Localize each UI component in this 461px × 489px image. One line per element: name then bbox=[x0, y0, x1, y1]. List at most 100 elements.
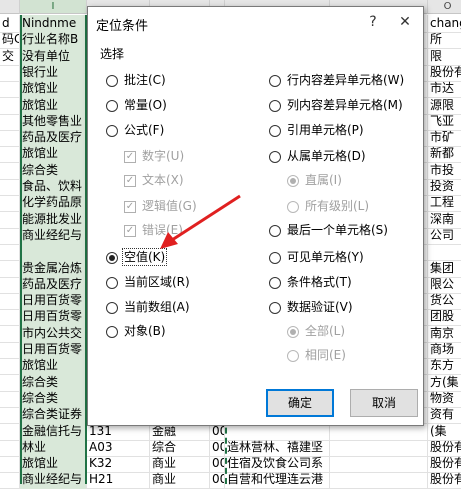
radio-icon[interactable] bbox=[269, 301, 281, 314]
cell[interactable] bbox=[0, 243, 20, 262]
cell[interactable] bbox=[0, 178, 20, 196]
cell[interactable]: 股份有 bbox=[428, 439, 461, 457]
cell[interactable]: 限公 bbox=[428, 276, 461, 294]
cell[interactable] bbox=[428, 243, 461, 261]
cell[interactable]: K32 bbox=[87, 455, 150, 474]
cell[interactable]: 综合类 bbox=[20, 161, 87, 180]
cell[interactable] bbox=[0, 226, 20, 245]
cell[interactable]: 交 bbox=[0, 47, 20, 66]
cell[interactable] bbox=[0, 357, 20, 376]
radio-icon[interactable] bbox=[269, 224, 281, 237]
cell[interactable]: 其他零售业 bbox=[20, 112, 87, 131]
cell[interactable] bbox=[0, 275, 20, 294]
cell[interactable]: 资有 bbox=[428, 406, 461, 424]
cell[interactable]: change bbox=[428, 15, 461, 33]
radio-icon[interactable] bbox=[269, 99, 281, 112]
cell[interactable]: 住宿及饮食公司系 bbox=[225, 455, 330, 474]
cell[interactable] bbox=[0, 308, 20, 327]
cell[interactable] bbox=[0, 210, 20, 229]
cell[interactable] bbox=[0, 341, 20, 359]
cell[interactable]: 药品及医疗 bbox=[20, 275, 87, 294]
cell[interactable]: 药品及医疗 bbox=[20, 129, 87, 148]
cell[interactable]: 源限 bbox=[428, 97, 461, 115]
column-header[interactable]: I bbox=[20, 0, 87, 14]
cell[interactable]: 旅馆业 bbox=[20, 455, 87, 474]
cell[interactable]: 商业 bbox=[150, 471, 210, 489]
cell[interactable]: (集 bbox=[428, 423, 461, 441]
column-header[interactable]: O bbox=[428, 0, 461, 14]
radio-icon[interactable] bbox=[106, 301, 118, 314]
radio-icon[interactable] bbox=[106, 74, 118, 87]
cell[interactable]: 综合类 bbox=[20, 373, 87, 392]
cell[interactable]: 综合类证券 bbox=[20, 406, 87, 425]
cell[interactable]: 商业经纪与 bbox=[20, 471, 87, 489]
cell[interactable]: 新都 bbox=[428, 145, 461, 163]
cell[interactable] bbox=[0, 406, 20, 425]
cell[interactable]: 能源批发业 bbox=[20, 210, 87, 229]
cell[interactable] bbox=[0, 129, 20, 148]
help-button[interactable]: ? bbox=[362, 11, 384, 33]
cell[interactable]: 商场 bbox=[428, 341, 461, 359]
cell[interactable] bbox=[0, 471, 20, 489]
cell[interactable]: 旅馆业 bbox=[20, 80, 87, 99]
radio-icon[interactable] bbox=[269, 276, 281, 289]
cell[interactable]: A03 bbox=[87, 438, 150, 457]
cell[interactable]: 方(集 bbox=[428, 374, 461, 392]
cell[interactable]: 所 bbox=[428, 31, 461, 49]
cell[interactable]: 限 bbox=[428, 48, 461, 66]
cell[interactable]: 市达 bbox=[428, 80, 461, 98]
cell[interactable]: 旅馆业 bbox=[20, 357, 87, 376]
option-right_options-6[interactable]: 最后一个单元格(S) bbox=[269, 220, 388, 240]
radio-icon[interactable] bbox=[269, 74, 281, 87]
cell[interactable] bbox=[0, 438, 20, 457]
cell[interactable]: 市投 bbox=[428, 162, 461, 180]
cell[interactable]: 0004 bbox=[210, 438, 225, 457]
option-right_options-0[interactable]: 行内容差异单元格(W) bbox=[269, 70, 404, 90]
cell[interactable]: 贵金属冶炼 bbox=[20, 259, 87, 278]
option-right_options-9[interactable]: 数据验证(V) bbox=[269, 297, 353, 317]
cell[interactable]: 旅馆业 bbox=[20, 145, 87, 164]
option-right_options-7[interactable]: 可见单元格(Y) bbox=[269, 247, 364, 267]
cell[interactable]: 市矿 bbox=[428, 129, 461, 147]
cell[interactable]: 团股 bbox=[428, 308, 461, 326]
cell[interactable] bbox=[0, 259, 20, 278]
cell[interactable]: 市内公共交 bbox=[20, 324, 87, 343]
cell[interactable]: 综合 bbox=[150, 438, 210, 457]
cell[interactable] bbox=[20, 243, 87, 262]
close-button[interactable]: ✕ bbox=[394, 11, 416, 33]
cell[interactable]: 集团 bbox=[428, 260, 461, 278]
radio-icon[interactable] bbox=[106, 325, 118, 338]
cell[interactable] bbox=[0, 324, 20, 343]
cell[interactable]: d bbox=[0, 15, 20, 33]
option-left_options-9[interactable]: 当前数组(A) bbox=[106, 297, 190, 317]
cell[interactable] bbox=[330, 471, 428, 489]
cell[interactable]: 商业经纪与 bbox=[20, 226, 87, 245]
cell[interactable]: 投资 bbox=[428, 178, 461, 196]
cell[interactable]: 没有单位 bbox=[20, 47, 87, 66]
cell[interactable] bbox=[0, 145, 20, 164]
option-left_options-1[interactable]: 常量(O) bbox=[106, 95, 167, 115]
cell[interactable]: 工程 bbox=[428, 194, 461, 212]
cell[interactable] bbox=[0, 389, 20, 408]
radio-icon[interactable] bbox=[269, 251, 281, 264]
option-left_options-7[interactable]: 空值(K) bbox=[106, 247, 168, 267]
cell[interactable] bbox=[0, 292, 20, 311]
option-left_options-8[interactable]: 当前区域(R) bbox=[106, 272, 190, 292]
option-right_options-2[interactable]: 引用单元格(P) bbox=[269, 120, 364, 140]
cell[interactable] bbox=[330, 455, 428, 474]
cell[interactable]: 商业 bbox=[150, 455, 210, 474]
option-right_options-3[interactable]: 从属单元格(D) bbox=[269, 146, 366, 166]
cell[interactable]: 物资 bbox=[428, 390, 461, 408]
cell[interactable] bbox=[0, 96, 20, 115]
cell[interactable]: 南京 bbox=[428, 325, 461, 343]
cancel-button[interactable]: 取消 bbox=[350, 389, 418, 417]
cell[interactable]: 股份有 bbox=[428, 471, 461, 489]
cell[interactable]: 造林营林、禧建坚 bbox=[225, 438, 330, 457]
cell[interactable]: 日用百货零 bbox=[20, 341, 87, 359]
cell[interactable]: 化学药品原 bbox=[20, 194, 87, 213]
cell[interactable]: 0006 bbox=[210, 471, 225, 489]
cell[interactable]: 深南 bbox=[428, 211, 461, 229]
cell[interactable] bbox=[0, 112, 20, 131]
cell[interactable] bbox=[0, 80, 20, 99]
radio-icon[interactable] bbox=[106, 99, 118, 112]
